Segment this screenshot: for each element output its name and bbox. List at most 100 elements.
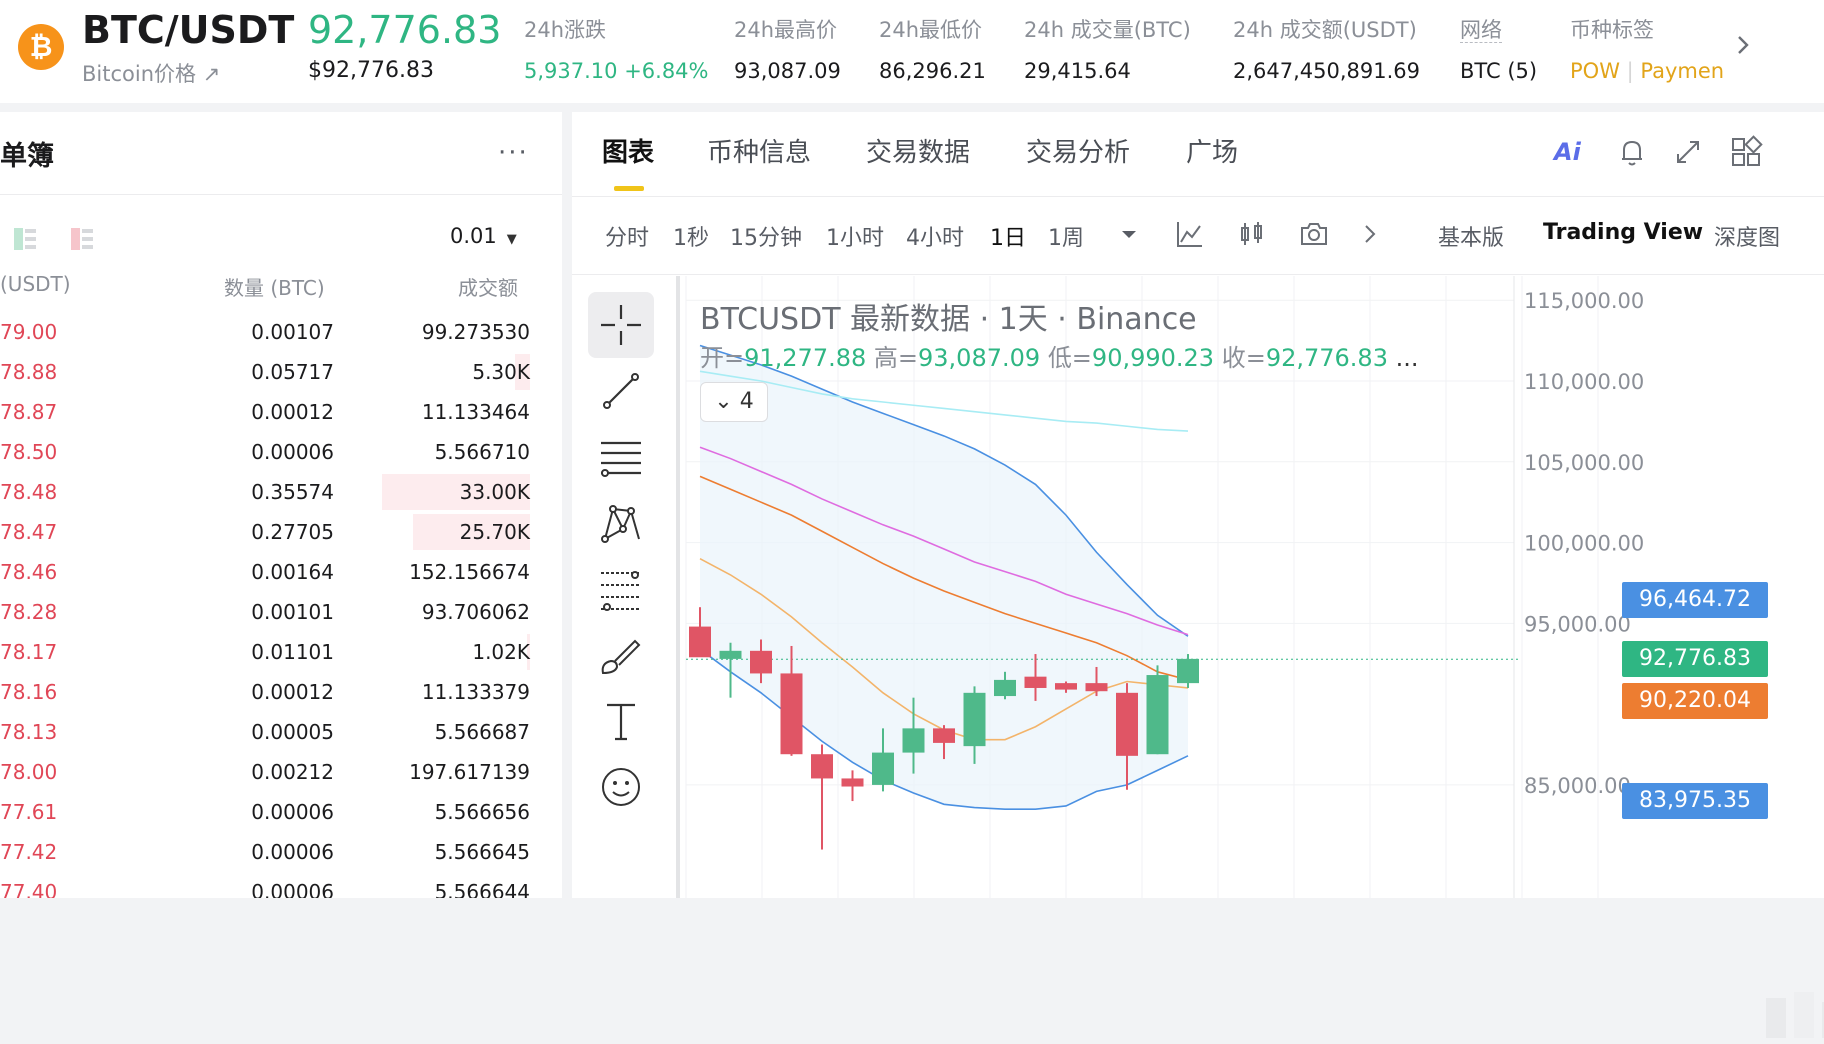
y-axis-tick-label: 110,000.00	[1524, 370, 1644, 394]
stat-network[interactable]: 网络 BTC (5)	[1460, 14, 1537, 83]
tab-trading-data[interactable]: 交易数据	[866, 132, 970, 169]
row-price: 78.28	[0, 600, 58, 624]
price-tag: 90,220.04	[1622, 682, 1768, 719]
interval-1w[interactable]: 1周	[1048, 220, 1084, 252]
price-chart[interactable]: 115,000.00 110,000.00 105,000.00 100,000.00…	[680, 276, 1824, 1038]
tag-pow[interactable]: POW	[1570, 59, 1620, 83]
col-header-total: 成交额	[458, 276, 518, 300]
stat-label: 24h最高价	[734, 18, 838, 42]
sell-orders-view-icon[interactable]	[71, 228, 93, 250]
fib-tool[interactable]	[588, 556, 654, 622]
candle-body	[872, 752, 894, 785]
order-book-row[interactable]: 78.46 0.00164 152.156674	[0, 552, 560, 592]
chart-title: BTCUSDT 最新数据 · 1天 · Binance	[700, 302, 1197, 337]
candle-body	[1085, 683, 1108, 692]
parallel-lines-tool[interactable]	[588, 424, 654, 490]
bell-icon[interactable]	[1614, 134, 1650, 170]
emoji-tool[interactable]	[588, 754, 654, 820]
tab-trading-analysis[interactable]: 交易分析	[1026, 132, 1130, 169]
tab-chart[interactable]: 图表	[602, 132, 654, 169]
row-price: 77.42	[0, 840, 58, 864]
ohlc-legend: 开=91,277.88 高=93,087.09 低=90,990.23 收=92…	[700, 344, 1419, 372]
stat-value: 29,415.64	[1024, 59, 1131, 83]
order-book-row[interactable]: 78.88 0.05717 5.30K	[0, 352, 560, 392]
interval-1d[interactable]: 1日	[990, 220, 1026, 252]
row-total: 152.156674	[409, 560, 530, 584]
interval-15m[interactable]: 15分钟	[730, 220, 802, 252]
chart-type-icon[interactable]	[1236, 218, 1268, 250]
order-book-row[interactable]: 78.13 0.00005 5.566687	[0, 712, 560, 752]
candle-body	[689, 626, 711, 658]
order-book-row[interactable]: 78.87 0.00012 11.133464	[0, 392, 560, 432]
y-axis-tick-label: 85,000.00	[1524, 774, 1631, 798]
crosshair-tool[interactable]	[588, 292, 654, 358]
tab-square[interactable]: 广场	[1186, 132, 1238, 169]
stat-24h-volume-btc: 24h 成交量(BTC) 29,415.64	[1024, 14, 1191, 83]
candle-body	[994, 679, 1016, 697]
interval-1h[interactable]: 1小时	[826, 220, 884, 252]
order-book-row[interactable]: 78.00 0.00212 197.617139	[0, 752, 560, 792]
order-book-row[interactable]: 77.42 0.00006 5.566645	[0, 832, 560, 872]
row-price: 78.48	[0, 480, 58, 504]
row-total: 33.00K	[459, 480, 530, 504]
divider	[572, 196, 1824, 197]
view-basic[interactable]: 基本版	[1438, 220, 1504, 252]
candle-body	[780, 673, 803, 755]
fullscreen-icon[interactable]	[1670, 134, 1706, 170]
row-total: 5.566644	[434, 880, 530, 898]
exchange-watermark-icon	[1766, 992, 1824, 1038]
indicator-toggle[interactable]: ⌄ 4	[700, 382, 768, 422]
brush-icon	[601, 639, 641, 675]
y-axis-tick-label: 95,000.00	[1524, 612, 1631, 636]
drawing-tools	[572, 276, 674, 898]
row-quantity: 0.00012	[251, 400, 334, 424]
more-options-icon[interactable]: ···	[498, 138, 529, 168]
stat-label: 网络	[1460, 18, 1502, 43]
interval-dropdown-icon[interactable]	[1118, 218, 1140, 250]
chevron-right-icon[interactable]	[1728, 30, 1758, 60]
brush-tool[interactable]	[588, 622, 654, 688]
main-tabs: 图表 币种信息 交易数据 交易分析 广场 Ai	[572, 112, 1824, 192]
order-book-row[interactable]: 78.17 0.01101 1.02K	[0, 632, 560, 672]
order-book-row[interactable]: 77.61 0.00006 5.566656	[0, 792, 560, 832]
chevron-right-icon[interactable]	[1354, 218, 1386, 250]
order-book-row[interactable]: 79.00 0.00107 99.273530	[0, 312, 560, 352]
interval-4h[interactable]: 4小时	[906, 220, 964, 252]
row-price: 78.47	[0, 520, 58, 544]
view-depth-chart[interactable]: 深度图	[1714, 220, 1780, 252]
row-quantity: 0.00005	[251, 720, 334, 744]
row-price: 77.40	[0, 880, 58, 898]
order-book-row[interactable]: 78.16 0.00012 11.133379	[0, 672, 560, 712]
last-price-usd: $92,776.83	[308, 58, 434, 83]
tab-coin-info[interactable]: 币种信息	[707, 132, 811, 169]
order-book-row[interactable]: 78.48 0.35574 33.00K	[0, 472, 560, 512]
order-book-row[interactable]: 78.50 0.00006 5.566710	[0, 432, 560, 472]
buy-orders-view-icon[interactable]	[14, 228, 36, 250]
camera-icon[interactable]	[1298, 218, 1330, 250]
pattern-tool[interactable]	[588, 490, 654, 556]
coin-price-link[interactable]: Bitcoin价格 ↗	[82, 58, 220, 88]
row-price: 78.87	[0, 400, 58, 424]
layout-grid-icon[interactable]	[1728, 134, 1764, 170]
candle-body	[1024, 676, 1047, 688]
stat-value: POW | Paymen	[1570, 59, 1725, 83]
trend-line-tool[interactable]	[588, 358, 654, 424]
row-quantity: 0.00164	[251, 560, 334, 584]
y-axis-tick-label: 105,000.00	[1524, 451, 1644, 475]
interval-time[interactable]: 分时	[605, 220, 649, 252]
order-book-row[interactable]: 78.47 0.27705 25.70K	[0, 512, 560, 552]
precision-select[interactable]: 0.01 ▼	[450, 224, 517, 248]
order-book-row[interactable]: 77.40 0.00006 5.566644	[0, 872, 560, 898]
candle-body	[750, 650, 772, 674]
order-book-row[interactable]: 78.28 0.00101 93.706062	[0, 592, 560, 632]
row-total: 5.566687	[434, 720, 530, 744]
text-tool[interactable]	[588, 688, 654, 754]
order-book-panel: 单簿 ··· 0.01 ▼ (USDT) 数量 (BTC) 成交额 79.00 0.…	[0, 112, 562, 898]
tag-payment[interactable]: Paymen	[1640, 59, 1724, 83]
interval-1s[interactable]: 1秒	[673, 220, 709, 252]
chevron-down-icon: ⌄	[714, 389, 733, 414]
chart-panel: 图表 币种信息 交易数据 交易分析 广场 Ai 分时 1秒 15分钟 1小时 4…	[572, 112, 1824, 1038]
ai-assistant-icon[interactable]: Ai	[1554, 138, 1581, 166]
view-trading-view[interactable]: Trading View	[1543, 220, 1703, 245]
indicators-icon[interactable]	[1174, 218, 1206, 250]
